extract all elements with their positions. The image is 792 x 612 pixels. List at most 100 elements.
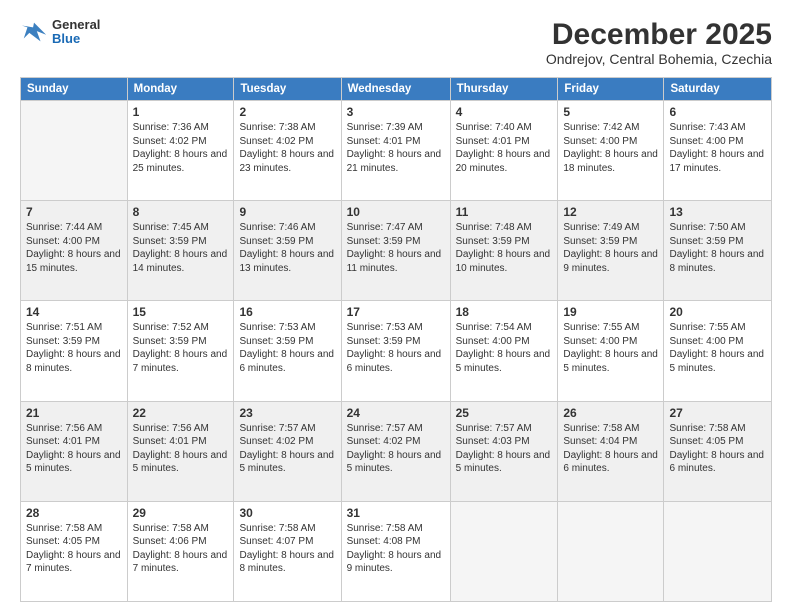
table-row: 11Sunrise: 7:48 AMSunset: 3:59 PMDayligh…	[450, 201, 558, 301]
daylight-text: Daylight: 8 hours and 6 minutes.	[239, 349, 334, 374]
table-row	[21, 101, 128, 201]
daylight-text: Daylight: 8 hours and 8 minutes.	[26, 349, 121, 374]
calendar-title: December 2025	[546, 18, 772, 51]
table-row: 6Sunrise: 7:43 AMSunset: 4:00 PMDaylight…	[664, 101, 772, 201]
day-info: Sunrise: 7:58 AMSunset: 4:06 PMDaylight:…	[133, 522, 229, 576]
day-number: 31	[347, 506, 445, 520]
sunset-text: Sunset: 4:03 PM	[456, 436, 530, 447]
table-row	[450, 501, 558, 601]
sunset-text: Sunset: 4:00 PM	[669, 336, 743, 347]
day-number: 27	[669, 406, 766, 420]
sunset-text: Sunset: 3:59 PM	[669, 236, 743, 247]
header: General Blue December 2025 Ondrejov, Cen…	[20, 18, 772, 67]
day-number: 7	[26, 205, 122, 219]
sunset-text: Sunset: 4:00 PM	[26, 236, 100, 247]
sunrise-text: Sunrise: 7:52 AM	[133, 322, 209, 333]
sunrise-text: Sunrise: 7:50 AM	[669, 222, 745, 233]
day-info: Sunrise: 7:52 AMSunset: 3:59 PMDaylight:…	[133, 321, 229, 375]
day-info: Sunrise: 7:43 AMSunset: 4:00 PMDaylight:…	[669, 121, 766, 175]
table-row: 22Sunrise: 7:56 AMSunset: 4:01 PMDayligh…	[127, 401, 234, 501]
sunrise-text: Sunrise: 7:49 AM	[563, 222, 639, 233]
day-info: Sunrise: 7:58 AMSunset: 4:05 PMDaylight:…	[669, 422, 766, 476]
table-row: 12 Sunrise: 7:49 AMSunset: 3:59 PMDayligh…	[558, 201, 664, 301]
sunrise-text: Sunrise: 7:51 AM	[26, 322, 102, 333]
calendar-week-row: 21Sunrise: 7:56 AMSunset: 4:01 PMDayligh…	[21, 401, 772, 501]
day-info: Sunrise: 7:57 AMSunset: 4:02 PMDaylight:…	[239, 422, 335, 476]
table-row: 16Sunrise: 7:53 AMSunset: 3:59 PMDayligh…	[234, 301, 341, 401]
sunset-text: Sunset: 3:59 PM	[456, 236, 530, 247]
day-number: 12	[563, 205, 658, 219]
sunset-text: Sunset: 4:05 PM	[26, 536, 100, 547]
day-number: 9	[239, 205, 335, 219]
table-row: 15Sunrise: 7:52 AMSunset: 3:59 PMDayligh…	[127, 301, 234, 401]
sunrise-text: Sunrise: 7:36 AM	[133, 122, 209, 133]
page: General Blue December 2025 Ondrejov, Cen…	[0, 0, 792, 612]
sunrise-text: Sunrise: 7:42 AM	[563, 122, 639, 133]
sunset-text: Sunset: 4:07 PM	[239, 536, 313, 547]
daylight-text: Daylight: 8 hours and 5 minutes.	[563, 349, 658, 374]
day-info: Sunrise: 7:50 AMSunset: 3:59 PMDaylight:…	[669, 221, 766, 275]
day-info: Sunrise: 7:55 AMSunset: 4:00 PMDaylight:…	[669, 321, 766, 375]
day-info: Sunrise: 7:56 AMSunset: 4:01 PMDaylight:…	[133, 422, 229, 476]
day-number: 2	[239, 105, 335, 119]
sunset-text: Sunset: 3:59 PM	[239, 336, 313, 347]
table-row: 28Sunrise: 7:58 AMSunset: 4:05 PMDayligh…	[21, 501, 128, 601]
day-number: 11	[456, 205, 553, 219]
day-number: 5	[563, 105, 658, 119]
table-row: 18Sunrise: 7:54 AMSunset: 4:00 PMDayligh…	[450, 301, 558, 401]
sunrise-text: Sunrise: 7:47 AM	[347, 222, 423, 233]
sunrise-text: Sunrise: 7:58 AM	[669, 423, 745, 434]
table-row	[664, 501, 772, 601]
header-tuesday: Tuesday	[234, 78, 341, 101]
calendar-week-row: 7Sunrise: 7:44 AMSunset: 4:00 PMDaylight…	[21, 201, 772, 301]
day-info: Sunrise: 7:36 AMSunset: 4:02 PMDaylight:…	[133, 121, 229, 175]
day-number: 26	[563, 406, 658, 420]
daylight-text: Daylight: 8 hours and 5 minutes.	[26, 450, 121, 475]
daylight-text: Daylight: 8 hours and 5 minutes.	[347, 450, 442, 475]
day-number: 18	[456, 305, 553, 319]
sunset-text: Sunset: 4:06 PM	[133, 536, 207, 547]
daylight-text: Daylight: 8 hours and 5 minutes.	[239, 450, 334, 475]
day-info: Sunrise: 7:46 AMSunset: 3:59 PMDaylight:…	[239, 221, 335, 275]
day-info: Sunrise: 7:42 AMSunset: 4:00 PMDaylight:…	[563, 121, 658, 175]
day-info: Sunrise: 7:48 AMSunset: 3:59 PMDaylight:…	[456, 221, 553, 275]
sunrise-text: Sunrise: 7:44 AM	[26, 222, 102, 233]
sunrise-text: Sunrise: 7:43 AM	[669, 122, 745, 133]
table-row: 2 Sunrise: 7:38 AMSunset: 4:02 PMDaylight…	[234, 101, 341, 201]
logo-icon	[20, 18, 48, 46]
day-info: Sunrise: 7:44 AMSunset: 4:00 PMDaylight:…	[26, 221, 122, 275]
day-info: Sunrise: 7:38 AMSunset: 4:02 PMDaylight:…	[239, 121, 335, 175]
day-info: Sunrise: 7:54 AMSunset: 4:00 PMDaylight:…	[456, 321, 553, 375]
day-info: Sunrise: 7:51 AMSunset: 3:59 PMDaylight:…	[26, 321, 122, 375]
day-info: Sunrise: 7:53 AMSunset: 3:59 PMDaylight:…	[239, 321, 335, 375]
calendar-week-row: 14Sunrise: 7:51 AMSunset: 3:59 PMDayligh…	[21, 301, 772, 401]
title-block: December 2025 Ondrejov, Central Bohemia,…	[546, 18, 772, 67]
table-row: 23Sunrise: 7:57 AMSunset: 4:02 PMDayligh…	[234, 401, 341, 501]
sunrise-text: Sunrise: 7:58 AM	[133, 523, 209, 534]
sunrise-text: Sunrise: 7:54 AM	[456, 322, 532, 333]
day-info: Sunrise: 7:58 AMSunset: 4:05 PMDaylight:…	[26, 522, 122, 576]
sunset-text: Sunset: 4:00 PM	[456, 336, 530, 347]
sunset-text: Sunset: 4:00 PM	[563, 336, 637, 347]
sunset-text: Sunset: 4:08 PM	[347, 536, 421, 547]
sunrise-text: Sunrise: 7:57 AM	[456, 423, 532, 434]
sunset-text: Sunset: 4:02 PM	[347, 436, 421, 447]
sunset-text: Sunset: 4:02 PM	[239, 136, 313, 147]
daylight-text: Daylight: 8 hours and 23 minutes.	[239, 149, 334, 174]
table-row: 8Sunrise: 7:45 AMSunset: 3:59 PMDaylight…	[127, 201, 234, 301]
sunset-text: Sunset: 4:02 PM	[239, 436, 313, 447]
day-number: 4	[456, 105, 553, 119]
table-row: 19Sunrise: 7:55 AMSunset: 4:00 PMDayligh…	[558, 301, 664, 401]
day-info: Sunrise: 7:58 AMSunset: 4:08 PMDaylight:…	[347, 522, 445, 576]
table-row: 13Sunrise: 7:50 AMSunset: 3:59 PMDayligh…	[664, 201, 772, 301]
sunrise-text: Sunrise: 7:48 AM	[456, 222, 532, 233]
calendar-week-row: 28Sunrise: 7:58 AMSunset: 4:05 PMDayligh…	[21, 501, 772, 601]
day-number: 28	[26, 506, 122, 520]
sunrise-text: Sunrise: 7:39 AM	[347, 122, 423, 133]
day-info: Sunrise: 7:49 AMSunset: 3:59 PMDaylight:…	[563, 221, 658, 275]
table-row: 21Sunrise: 7:56 AMSunset: 4:01 PMDayligh…	[21, 401, 128, 501]
sunrise-text: Sunrise: 7:58 AM	[563, 423, 639, 434]
sunrise-text: Sunrise: 7:58 AM	[26, 523, 102, 534]
table-row: 14Sunrise: 7:51 AMSunset: 3:59 PMDayligh…	[21, 301, 128, 401]
sunset-text: Sunset: 3:59 PM	[239, 236, 313, 247]
